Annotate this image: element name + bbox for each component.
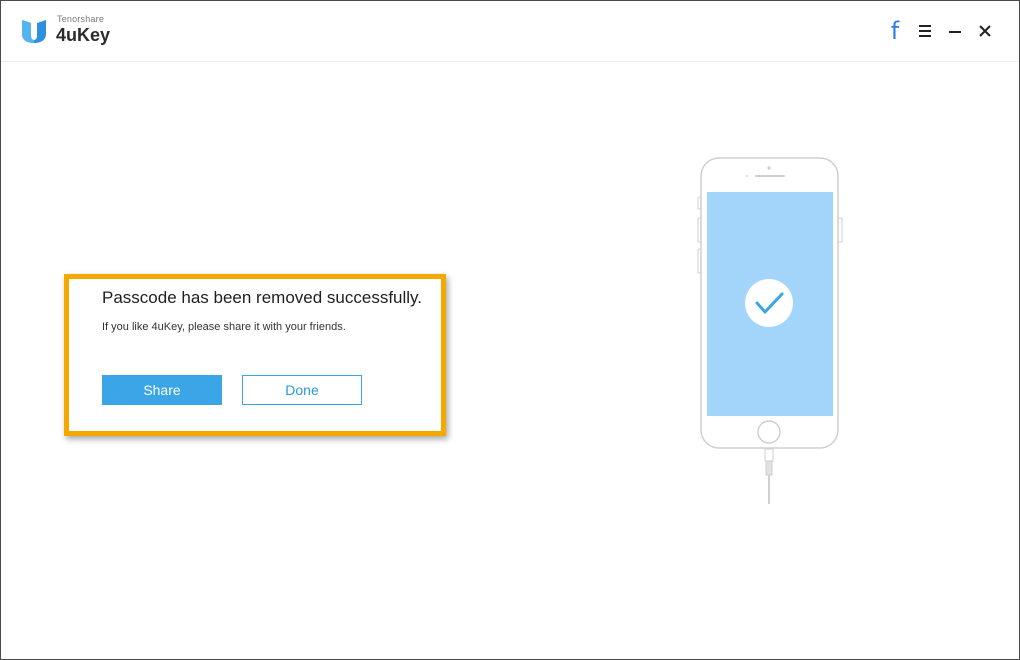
iphone-illustration	[697, 157, 843, 504]
main-content: Passcode has been removed successfully. …	[1, 62, 1019, 659]
minimize-icon-graphic	[949, 31, 961, 33]
checkmark-icon	[745, 279, 793, 327]
title-bar: Tenorshare 4uKey f	[1, 1, 1019, 62]
menu-icon-graphic	[919, 25, 931, 37]
share-button[interactable]: Share	[102, 375, 222, 405]
vendor-name: Tenorshare	[57, 14, 105, 24]
phone-camera	[767, 166, 771, 170]
close-icon[interactable]	[973, 19, 997, 43]
app-name: 4uKey	[56, 25, 111, 45]
facebook-glyph: f	[890, 17, 900, 45]
app-logo-icon	[22, 20, 46, 43]
share-prompt: If you like 4uKey, please share it with …	[102, 321, 346, 333]
app-window: Tenorshare 4uKey f Passcode has been rem…	[0, 0, 1020, 660]
lightning-cable	[764, 448, 774, 504]
phone-sensor	[746, 175, 748, 177]
minimize-icon[interactable]	[943, 19, 967, 43]
facebook-icon[interactable]: f	[883, 17, 907, 45]
menu-icon[interactable]	[913, 19, 937, 43]
success-title: Passcode has been removed successfully.	[102, 288, 423, 307]
phone-speaker	[755, 175, 785, 177]
done-button[interactable]: Done	[242, 375, 362, 405]
close-icon-graphic	[979, 25, 991, 37]
phone-home-button	[757, 420, 781, 444]
